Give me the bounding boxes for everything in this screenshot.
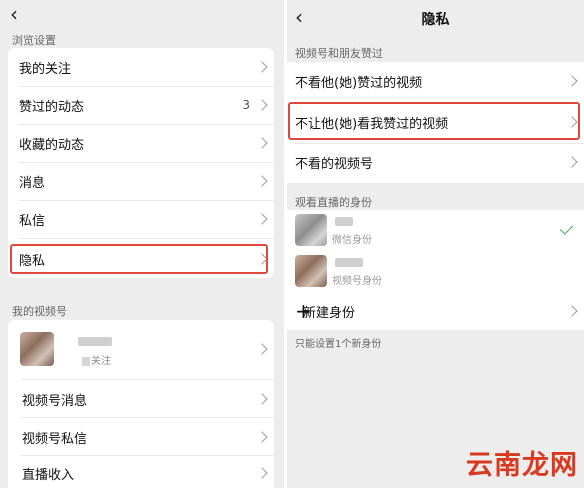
row-channel-private-messages[interactable]: 视频号私信 xyxy=(8,418,274,456)
row-saved-posts[interactable]: 收藏的动态 xyxy=(8,124,274,162)
chevron-right-icon xyxy=(566,156,578,168)
row-label: 消息 xyxy=(19,175,46,191)
liked-section-label: 视频号和朋友赞过 xyxy=(295,47,383,60)
chevron-right-icon xyxy=(256,137,268,149)
identity-type-label: 视频号身份 xyxy=(332,276,382,287)
row-label: 我的关注 xyxy=(19,61,72,77)
row-liked-posts[interactable]: 赞过的动态 3 xyxy=(8,86,274,124)
row-messages[interactable]: 消息 xyxy=(8,162,274,200)
row-hide-their-liked[interactable]: 不看他(她)赞过的视频 xyxy=(287,62,584,100)
right-panel: ‹ 隐私 视频号和朋友赞过 不看他(她)赞过的视频 不让他(她)看我赞过的视频 … xyxy=(287,0,584,488)
row-channel-messages[interactable]: 视频号消息 xyxy=(8,380,274,418)
identity-channel-row[interactable]: 视频号身份 xyxy=(287,251,584,291)
avatar xyxy=(295,214,327,246)
chevron-right-icon xyxy=(256,393,268,405)
row-label: 不看他(她)赞过的视频 xyxy=(295,75,423,91)
channel-section-label: 我的视频号 xyxy=(12,305,67,318)
privacy-highlight-box xyxy=(10,244,268,274)
left-panel: ‹ 浏览设置 我的关注 赞过的动态 3 收藏的动态 消息 私信 隐私 我的视频号… xyxy=(0,0,284,488)
chevron-right-icon xyxy=(256,467,268,479)
chevron-right-icon xyxy=(566,75,578,87)
plus-icon: + xyxy=(295,299,312,323)
row-label: 收藏的动态 xyxy=(19,137,85,153)
blurred-name xyxy=(335,258,363,267)
identity-section-label: 观看直播的身份 xyxy=(295,196,372,209)
identity-footnote: 只能设置1个新身份 xyxy=(295,339,382,350)
avatar xyxy=(20,332,54,366)
page-title: 隐私 xyxy=(421,12,450,28)
hide-my-liked-highlight-box xyxy=(288,102,580,140)
row-label: 赞过的动态 xyxy=(19,99,85,115)
row-private-messages[interactable]: 私信 xyxy=(8,200,274,238)
divider xyxy=(19,238,274,239)
chevron-right-icon xyxy=(566,305,578,317)
avatar xyxy=(295,255,327,287)
chevron-right-icon xyxy=(256,99,268,111)
blurred-name xyxy=(78,337,112,346)
row-label: 视频号私信 xyxy=(22,431,88,447)
chevron-right-icon xyxy=(256,213,268,225)
chevron-right-icon xyxy=(256,175,268,187)
row-live-income[interactable]: 直播收入 xyxy=(8,454,274,488)
checkmark-icon xyxy=(559,221,574,235)
follow-count-label: 关注 xyxy=(82,352,111,367)
row-label: 私信 xyxy=(19,213,46,229)
browse-section-label: 浏览设置 xyxy=(12,34,56,47)
identity-card: 微信身份 视频号身份 + 新建身份 xyxy=(287,210,584,330)
chevron-right-icon xyxy=(256,343,268,355)
blurred-name xyxy=(335,217,353,226)
channel-profile-row[interactable]: 关注 xyxy=(8,320,274,378)
chevron-right-icon xyxy=(256,61,268,73)
row-my-follows[interactable]: 我的关注 xyxy=(8,48,274,86)
row-label: 视频号消息 xyxy=(22,393,88,409)
chevron-right-icon xyxy=(256,431,268,443)
my-channel-card: 关注 视频号消息 视频号私信 直播收入 xyxy=(8,320,274,488)
row-label: 不看的视频号 xyxy=(295,156,374,172)
row-label: 直播收入 xyxy=(22,467,75,483)
watermark-logo: 云南龙网 xyxy=(466,450,578,481)
row-new-identity[interactable]: + 新建身份 xyxy=(287,292,584,330)
chevron-left-icon[interactable]: ‹ xyxy=(10,4,18,24)
identity-wechat-row[interactable]: 微信身份 xyxy=(287,210,584,250)
count-badge: 3 xyxy=(242,98,250,112)
identity-type-label: 微信身份 xyxy=(332,235,372,246)
row-hidden-channels[interactable]: 不看的视频号 xyxy=(287,143,584,181)
follow-text: 关注 xyxy=(91,356,111,367)
